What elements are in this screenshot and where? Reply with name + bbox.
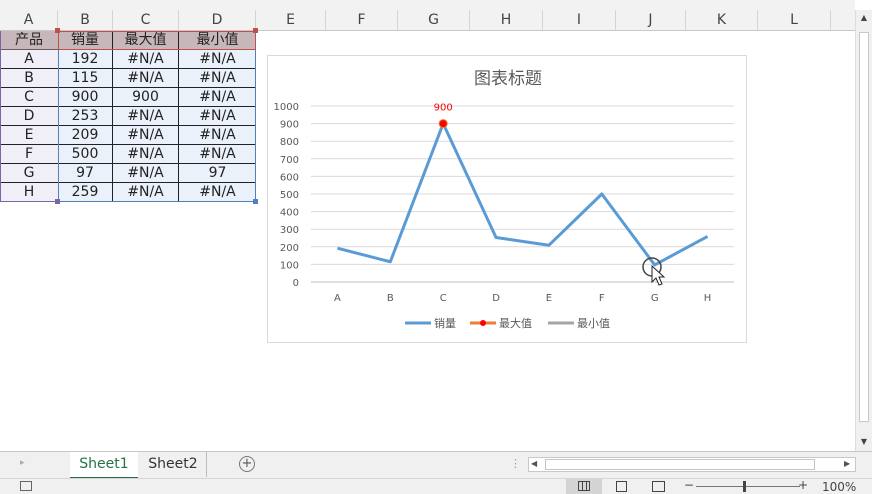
normal-view-icon[interactable]	[566, 479, 602, 494]
reference-outline-categories	[0, 31, 58, 202]
x-tick-label: A	[334, 293, 341, 304]
macro-record-icon[interactable]	[20, 481, 32, 491]
chart-title[interactable]: 图表标题	[474, 69, 542, 89]
x-tick-label: D	[492, 293, 500, 304]
chart-canvas: 图表标题 0 100 200 300 400 500 600 700 800 900 1000 A B…	[274, 69, 734, 330]
x-tick-label: B	[387, 293, 394, 304]
range-handle[interactable]	[55, 28, 60, 33]
column-header-l[interactable]: L	[758, 10, 831, 31]
sheet-tab-bar: ▸ Sheet1 Sheet2 + ⋮ ◀ ▶	[0, 451, 872, 479]
zoom-slider-handle[interactable]	[743, 481, 746, 492]
page-break-view-icon[interactable]	[652, 481, 665, 492]
y-axis-ticks: 0 100 200 300 400 500 600 700 800 900 1000	[274, 102, 299, 289]
tab-scroll-left-icon[interactable]: ▸	[20, 458, 25, 468]
range-handle[interactable]	[55, 199, 60, 204]
line-chart[interactable]: 图表标题 0 100 200 300 400 500 600 700 800 900 1000 A B…	[267, 55, 747, 343]
zoom-level[interactable]: 100%	[822, 480, 856, 494]
scroll-right-icon[interactable]: ▶	[844, 459, 850, 468]
series-group: 900	[337, 103, 709, 267]
legend-marker	[480, 320, 486, 326]
scroll-down-icon[interactable]: ▼	[859, 437, 869, 447]
x-axis-ticks: A B C D E F G H	[334, 293, 711, 304]
x-tick-label: H	[704, 293, 712, 304]
y-tick-label: 900	[280, 120, 299, 131]
y-tick-label: 800	[280, 137, 299, 148]
y-tick-label: 300	[280, 225, 299, 236]
scroll-up-icon[interactable]: ▲	[859, 13, 869, 23]
reference-outline-values	[58, 50, 256, 202]
range-handle[interactable]	[253, 28, 258, 33]
horizontal-scrollbar[interactable]: ◀ ▶	[528, 457, 856, 472]
scroll-thumb-h[interactable]	[545, 459, 815, 470]
y-tick-label: 1000	[274, 102, 299, 113]
scroll-left-icon[interactable]: ◀	[531, 459, 537, 468]
y-tick-label: 100	[280, 260, 299, 271]
zoom-in-icon[interactable]: +	[798, 478, 808, 492]
column-header-a[interactable]: A	[0, 10, 58, 31]
series-marker-1	[438, 119, 448, 129]
column-header-k[interactable]: K	[686, 10, 758, 31]
column-header-f[interactable]: F	[326, 10, 398, 31]
status-bar: − + 100%	[0, 478, 872, 494]
data-label: 900	[434, 103, 453, 114]
scroll-thumb[interactable]	[859, 32, 869, 422]
x-tick-label: G	[651, 293, 659, 304]
chart-legend[interactable]: 销量 最大值 最小值	[405, 316, 610, 330]
column-header-b[interactable]: B	[58, 10, 113, 31]
vertical-scrollbar[interactable]: ▲ ▼	[855, 10, 872, 451]
reference-outline-series-names	[58, 31, 256, 50]
column-header-h[interactable]: H	[470, 10, 543, 31]
legend-label: 最大值	[499, 316, 532, 330]
column-header-g[interactable]: G	[398, 10, 470, 31]
legend-label: 最小值	[577, 317, 610, 330]
column-header-j[interactable]: J	[616, 10, 686, 31]
column-header-c[interactable]: C	[113, 10, 179, 31]
range-handle[interactable]	[253, 199, 258, 204]
split-handle-icon[interactable]: ⋮	[510, 457, 521, 470]
y-tick-label: 200	[280, 243, 299, 254]
column-header-e[interactable]: E	[256, 10, 326, 31]
tab-sheet1[interactable]: Sheet1	[70, 452, 138, 479]
y-tick-label: 0	[293, 278, 299, 289]
zoom-out-icon[interactable]: −	[684, 478, 694, 492]
y-tick-label: 600	[280, 172, 299, 183]
zoom-slider[interactable]	[696, 486, 800, 487]
y-tick-label: 500	[280, 190, 299, 201]
x-tick-label: E	[546, 293, 552, 304]
column-header-d[interactable]: D	[179, 10, 256, 31]
column-header-i[interactable]: I	[543, 10, 616, 31]
y-tick-label: 700	[280, 155, 299, 166]
tab-sheet2[interactable]: Sheet2	[140, 452, 207, 477]
page-layout-view-icon[interactable]	[616, 481, 627, 492]
add-sheet-icon[interactable]: +	[239, 456, 255, 472]
legend-label: 销量	[434, 316, 456, 330]
column-header-bar: A B C D E F G H I J K L	[0, 0, 855, 31]
x-tick-label: C	[440, 293, 447, 304]
y-tick-label: 400	[280, 208, 299, 219]
cursor-icon	[642, 257, 666, 286]
x-tick-label: F	[599, 293, 605, 304]
